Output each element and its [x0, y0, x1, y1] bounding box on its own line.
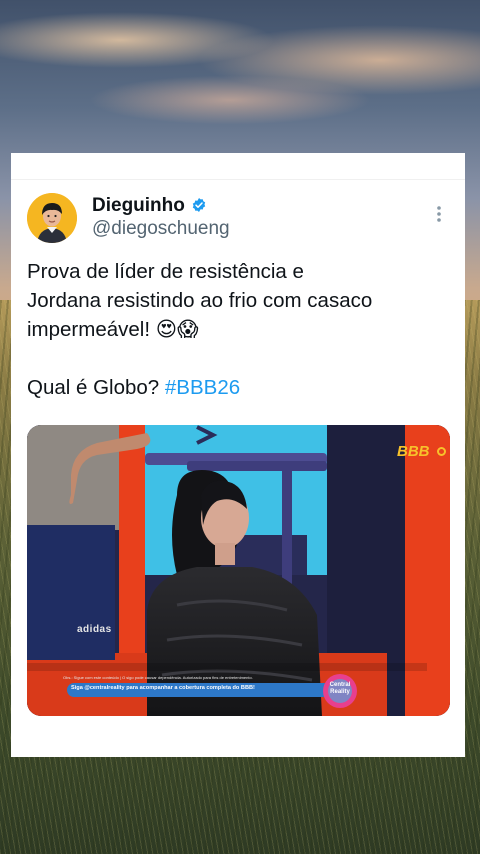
card-top-strip	[11, 153, 465, 180]
tweet-line-2: Jordana resistindo ao frio com casaco	[27, 289, 373, 312]
tweet-text: Prova de líder de resistência e Jordana …	[27, 257, 447, 402]
more-options-icon[interactable]	[433, 203, 445, 225]
shirt-brand-text: adidas	[77, 624, 112, 635]
bbb-logo: BBB	[397, 443, 430, 460]
card-footer	[11, 733, 465, 757]
avatar-illustration	[27, 193, 77, 243]
media-scene	[27, 425, 450, 716]
hashtag-link[interactable]: #BBB26	[165, 376, 240, 399]
tweet-line-4-text: Qual é Globo?	[27, 376, 165, 399]
badge-line-2: Reality	[330, 689, 350, 695]
tweet-line-1: Prova de líder de resistência e	[27, 260, 304, 283]
badge-line-1: Central	[329, 682, 351, 688]
media-small-print: Obs.: Sigue com este conteúdo | O sigo p…	[63, 675, 253, 680]
avatar[interactable]	[27, 193, 77, 243]
author-handle[interactable]: @diegoschueng	[92, 218, 230, 240]
tweet-card[interactable]: Dieguinho @diegoschueng Prova de líder d…	[11, 153, 465, 757]
tweet-media-image[interactable]: BBB adidas Obs.: Sigue com este conteúdo…	[27, 425, 450, 716]
tweet-line-4: Qual é Globo? #BBB26	[27, 373, 447, 402]
author-name[interactable]: Dieguinho	[92, 195, 185, 217]
verified-badge-icon	[192, 198, 206, 212]
central-reality-badge: Central Reality	[325, 682, 355, 696]
media-ticker-text: Siga @centralreality para acompanhar a c…	[71, 685, 255, 691]
tweet-line-3: impermeável! 😍😱	[27, 318, 199, 341]
bbb-logo-eye-icon	[437, 447, 446, 456]
